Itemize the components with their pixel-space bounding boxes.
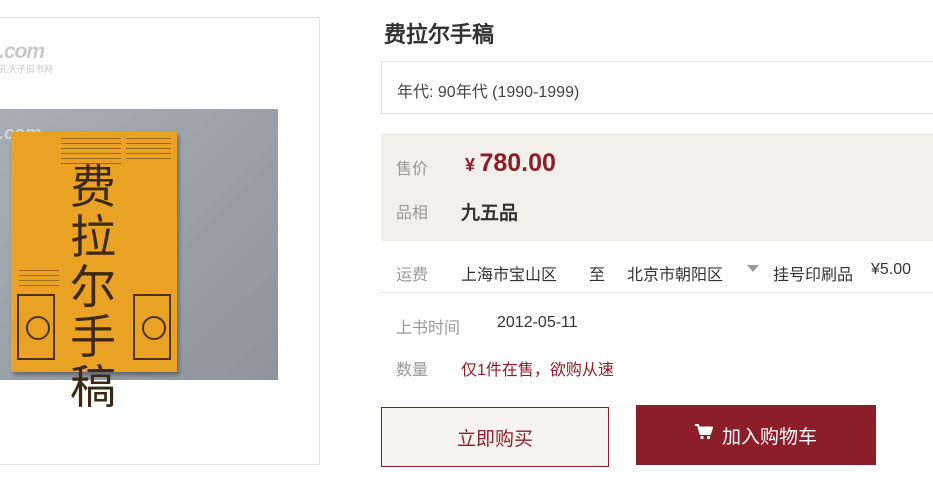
era-text: 年代: 90年代 (1990-1999) (397, 84, 580, 101)
cover-ornament-right (133, 294, 171, 360)
ship-method: 挂号印刷品 (773, 267, 854, 284)
book-cover-title: 费拉尔手稿 (70, 160, 116, 414)
quantity-row: 数量 仅1件在售，欲购从速 (381, 355, 933, 379)
quantity-label: 数量 (396, 362, 429, 379)
product-title: 费拉尔手稿 (384, 22, 495, 47)
ship-from: 上海市宝山区 (461, 267, 558, 284)
add-to-cart-button[interactable]: 加入购物车 (636, 405, 876, 465)
cover-ornament-left (17, 294, 55, 360)
listing-date-row: 上书时间 2012-05-11 (381, 313, 933, 337)
ship-to-word: 至 (589, 267, 606, 284)
ship-fee: ¥5.00 (871, 261, 912, 278)
ship-to-selector[interactable]: 北京市朝阳区 (627, 261, 723, 285)
buy-now-button[interactable]: 立即购买 (381, 407, 609, 467)
price-value: 780.00 (479, 149, 556, 177)
book-cover: 费拉尔手稿 (11, 132, 177, 412)
shipping-row: 运费 上海市宝山区 至 北京市朝阳区 挂号印刷品 ¥5.00 (381, 241, 933, 293)
era-box: 年代: 90年代 (1990-1999) (381, 61, 933, 114)
price-label: 售价 (396, 161, 429, 178)
shipping-label: 运费 (396, 267, 429, 284)
price-panel: 售价 ¥ 780.00 品相 九五品 (381, 133, 933, 241)
grade-label: 品相 (396, 205, 429, 222)
listing-date-label: 上书时间 (396, 320, 461, 337)
price: ¥ 780.00 (465, 149, 556, 178)
product-photo: .com 费拉尔手稿 (0, 109, 278, 412)
cart-icon (694, 424, 713, 446)
stock-notice: 仅1件在售，欲购从速 (461, 362, 614, 379)
product-image-frame[interactable]: .com 孔夫子旧书网 .com 费拉尔手稿 (0, 17, 320, 465)
currency-symbol: ¥ (465, 155, 476, 175)
grade-value: 九五品 (461, 203, 519, 224)
watermark-logo: .com (0, 40, 45, 63)
buy-now-label: 立即购买 (456, 428, 533, 450)
watermark-subtext: 孔夫子旧书网 (0, 64, 54, 74)
chevron-down-icon[interactable] (747, 265, 759, 272)
add-to-cart-label: 加入购物车 (721, 426, 817, 448)
listing-date: 2012-05-11 (497, 314, 578, 331)
